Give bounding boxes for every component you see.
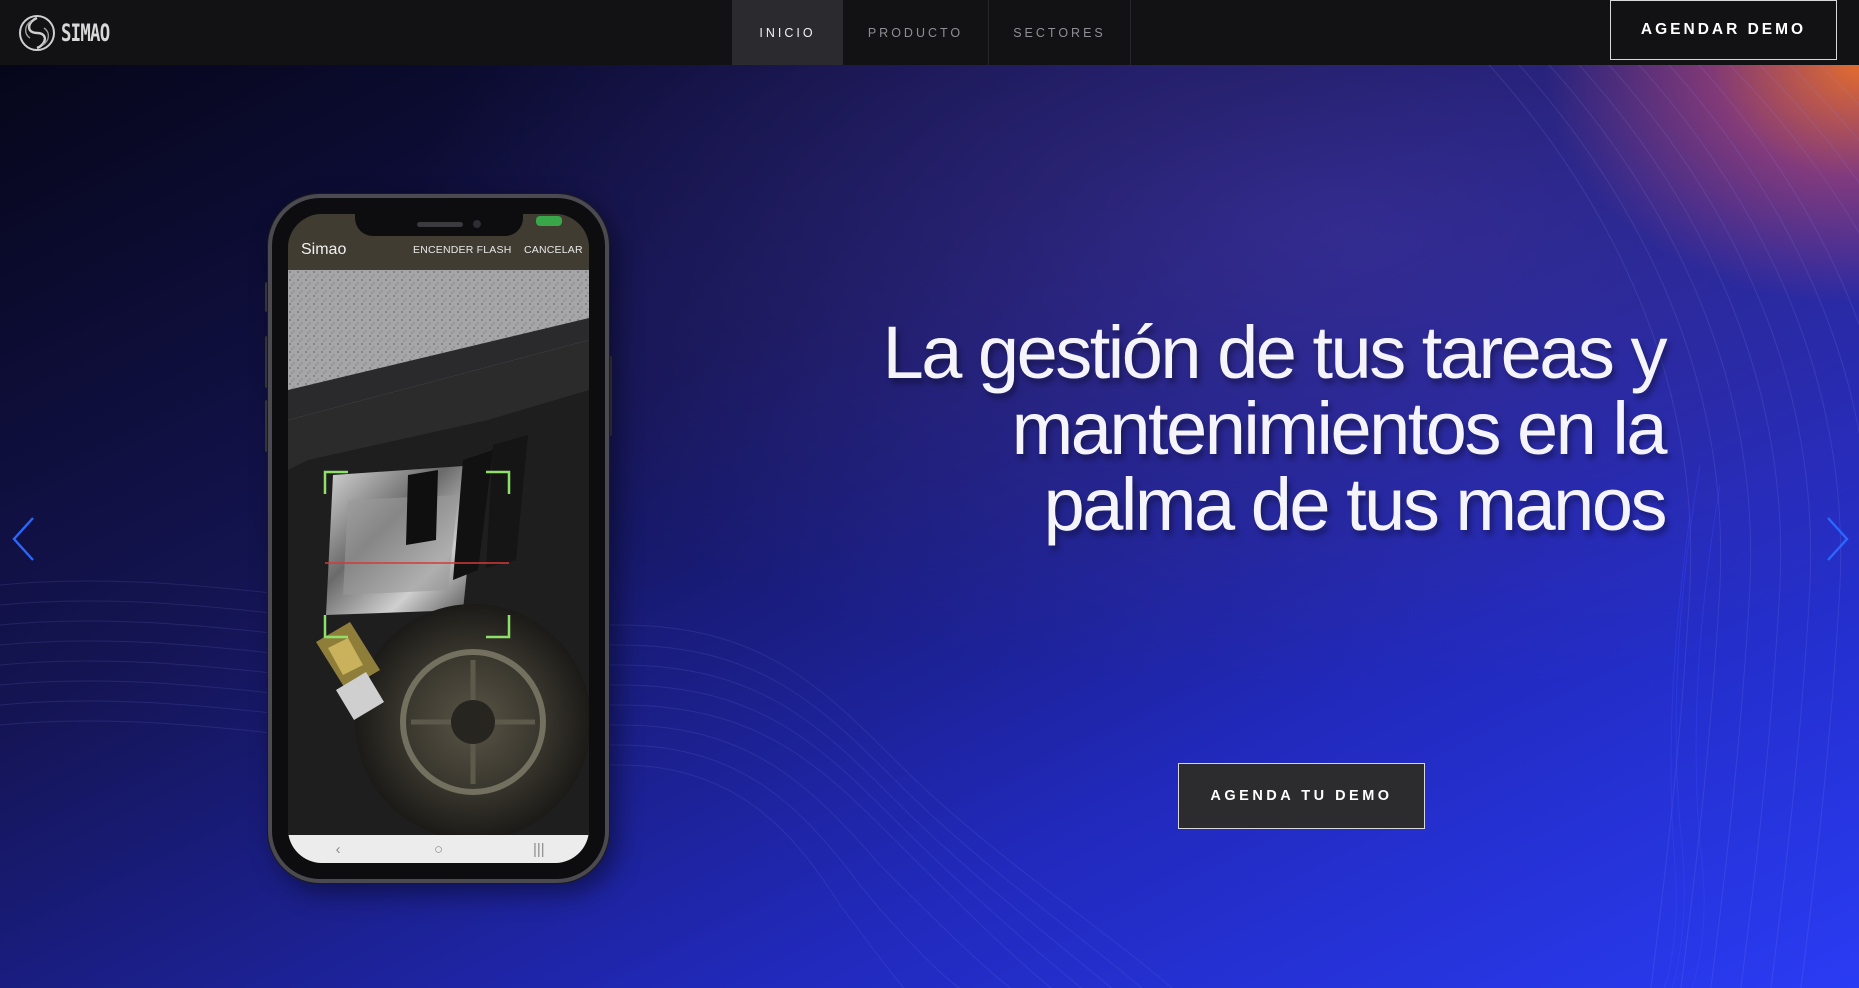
carousel-prev-button[interactable]: [9, 515, 39, 563]
chevron-left-icon: [12, 517, 34, 561]
nav-back-icon[interactable]: ‹: [308, 841, 368, 858]
nav-item-inicio[interactable]: INICIO: [732, 0, 843, 65]
simao-logo[interactable]: SIMAO: [18, 13, 128, 53]
hero-section: La gestión de tus tareas y mantenimiento…: [0, 65, 1859, 988]
cancel-button[interactable]: CANCELAR: [524, 244, 583, 256]
nav-item-producto[interactable]: PRODUCTO: [843, 0, 989, 65]
app-title: Simao: [301, 241, 347, 258]
headline-line-3: palma de tus manos: [1043, 463, 1668, 546]
phone-screen: Simao ENCENDER FLASH CANCELAR ‹ ○ |||: [288, 214, 589, 863]
carousel-next-button[interactable]: [1822, 515, 1852, 563]
nav-item-sectores[interactable]: SECTORES: [989, 0, 1131, 65]
flash-toggle-button[interactable]: ENCENDER FLASH: [413, 244, 511, 256]
top-navigation-bar: SIMAO INICIO PRODUCTO SECTORES AGENDAR D…: [0, 0, 1859, 65]
nav-home-icon[interactable]: ○: [408, 841, 468, 858]
battery-icon: [536, 216, 562, 226]
phone-speaker: [417, 222, 463, 227]
logo-wordmark: SIMAO: [61, 19, 110, 47]
nav-recents-icon[interactable]: |||: [509, 841, 569, 858]
main-nav: INICIO PRODUCTO SECTORES: [732, 0, 1131, 65]
phone-notch: [355, 214, 523, 236]
chevron-right-icon: [1827, 517, 1849, 561]
android-nav-bar: ‹ ○ |||: [288, 835, 589, 863]
simao-logo-mark-icon: [19, 15, 55, 51]
agendar-demo-button[interactable]: AGENDAR DEMO: [1610, 0, 1837, 60]
phone-front-camera: [473, 220, 481, 228]
agenda-tu-demo-button[interactable]: AGENDA TU DEMO: [1178, 763, 1425, 829]
headline-line-1: La gestión de tus tareas y: [882, 311, 1668, 394]
camera-scanner-view: [288, 270, 589, 835]
hero-headline: La gestión de tus tareas y mantenimiento…: [765, 311, 1668, 546]
headline-line-2: mantenimientos en la: [1011, 387, 1668, 470]
phone-mockup: Simao ENCENDER FLASH CANCELAR ‹ ○ |||: [265, 194, 612, 883]
